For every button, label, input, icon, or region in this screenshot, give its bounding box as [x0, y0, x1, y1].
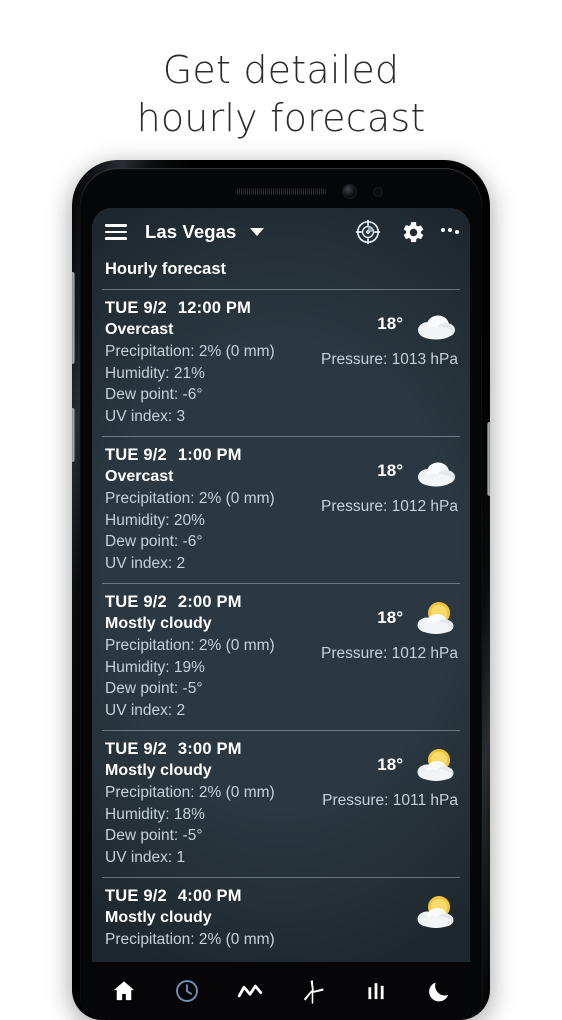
phone-device-frame: Las Vegas Hourly forecast TUE 9/2 12:00 … — [72, 160, 490, 1020]
forecast-row-pressure: Pressure: 1012 hPa — [320, 498, 458, 515]
section-title: Hourly forecast — [105, 260, 227, 278]
kebab-menu-icon[interactable] — [440, 220, 460, 245]
forecast-row-dewpoint: Dew point: -6° — [105, 386, 203, 403]
forecast-row-temperature: 18° — [377, 608, 403, 627]
forecast-row-uvindex: UV index: 2 — [105, 554, 186, 572]
forecast-row-dewpoint: Dew point: -6° — [105, 533, 203, 550]
forecast-row-temperature: 18° — [377, 314, 403, 333]
nav-item-night[interactable] — [407, 962, 470, 1020]
phone-top-sensors — [72, 174, 490, 218]
forecast-row-hour: 3:00 PM — [177, 740, 242, 758]
forecast-row-temperature: 18° — [377, 461, 403, 480]
forecast-row[interactable]: TUE 9/2 1:00 PM Overcast Precipitation: 2… — [92, 437, 470, 583]
forecast-row-right — [258, 887, 458, 937]
forecast-row-dewpoint: Dew point: -5° — [105, 827, 203, 844]
hamburger-menu-icon[interactable] — [105, 224, 127, 240]
sun-behind-cloud-icon — [412, 598, 458, 638]
forecast-row-temperature: 18° — [377, 755, 403, 774]
divider — [102, 730, 460, 731]
volume-button[interactable] — [72, 272, 75, 364]
forecast-row-hour: 2:00 PM — [177, 593, 242, 611]
forecast-row-hour: 12:00 PM — [177, 299, 252, 317]
forecast-row-date: TUE 9/2 — [105, 740, 167, 758]
forecast-row-right: 18° Pressure: 1013 hPa — [258, 299, 458, 369]
city-name-label[interactable]: Las Vegas — [145, 221, 236, 243]
forecast-row-temp-line: 18° — [258, 299, 458, 349]
sun-behind-cloud-icon — [412, 745, 458, 785]
hourly-forecast-list: TUE 9/2 12:00 PM Overcast Precipitation: … — [92, 290, 470, 1004]
forecast-row-date: TUE 9/2 — [105, 446, 167, 464]
promo-headline: Get detailed hourly forecast — [136, 48, 426, 140]
gear-icon[interactable] — [401, 220, 426, 245]
forecast-row-right: 18° Pressure: 1012 hPa — [258, 446, 458, 516]
divider — [102, 583, 460, 584]
line-chart-icon — [237, 984, 262, 998]
forecast-row-dewpoint: Dew point: -5° — [105, 680, 203, 697]
bottom-navigation-bar — [92, 962, 470, 1020]
nav-item-wind[interactable] — [281, 962, 344, 1020]
clock-icon — [175, 980, 198, 1002]
forecast-row-pressure: Pressure: 1013 hPa — [320, 351, 458, 368]
nav-item-chart[interactable] — [218, 962, 281, 1020]
forecast-row-right: 18° Pressure: 1012 hPa — [258, 593, 458, 663]
proximity-sensor-icon — [374, 188, 382, 196]
divider — [102, 877, 460, 878]
forecast-row-pressure: Pressure: 1011 hPa — [322, 792, 458, 809]
chevron-down-icon[interactable] — [250, 228, 265, 236]
forecast-row-uvindex: UV index: 3 — [105, 407, 186, 425]
cloud-overcast-icon — [412, 304, 458, 344]
locate-gps-icon[interactable] — [355, 219, 381, 245]
forecast-row-hour: 1:00 PM — [177, 446, 242, 464]
forecast-row-date: TUE 9/2 — [105, 887, 167, 905]
earpiece-speaker-grille — [235, 188, 327, 195]
wind-turbine-icon — [303, 979, 324, 1004]
front-camera-icon — [343, 185, 356, 198]
forecast-row-uvindex: UV index: 2 — [105, 701, 186, 719]
moon-icon — [428, 982, 448, 1002]
nav-item-home[interactable] — [92, 962, 155, 1020]
forecast-row-temp-line: 18° — [258, 446, 458, 496]
forecast-row-date: TUE 9/2 — [105, 299, 167, 317]
app-screen: Las Vegas Hourly forecast TUE 9/2 12:00 … — [92, 208, 470, 1020]
forecast-row-date: TUE 9/2 — [105, 593, 167, 611]
nav-item-hourly[interactable] — [155, 962, 218, 1020]
forecast-row-right: 18° Pressure: 1011 hPa — [258, 740, 458, 810]
forecast-row-temp-line — [258, 887, 458, 937]
forecast-row[interactable]: TUE 9/2 12:00 PM Overcast Precipitation: … — [92, 290, 470, 436]
cloud-overcast-icon — [412, 451, 458, 491]
forecast-row-hour: 4:00 PM — [177, 887, 242, 905]
forecast-row-temp-line: 18° — [258, 593, 458, 643]
forecast-row-pressure: Pressure: 1012 hPa — [320, 645, 458, 662]
home-icon — [113, 981, 134, 1001]
sun-behind-cloud-icon — [412, 892, 458, 932]
divider — [102, 436, 460, 437]
bar-chart-icon — [367, 983, 384, 1000]
bixby-button[interactable] — [72, 408, 75, 462]
nav-item-bar-chart[interactable] — [344, 962, 407, 1020]
power-button[interactable] — [487, 422, 490, 496]
forecast-row-uvindex: UV index: 1 — [105, 848, 186, 866]
forecast-row[interactable]: TUE 9/2 3:00 PM Mostly cloudy Precipitati… — [92, 731, 470, 877]
forecast-row-temp-line: 18° — [258, 740, 458, 790]
forecast-row[interactable]: TUE 9/2 2:00 PM Mostly cloudy Precipitati… — [92, 584, 470, 730]
